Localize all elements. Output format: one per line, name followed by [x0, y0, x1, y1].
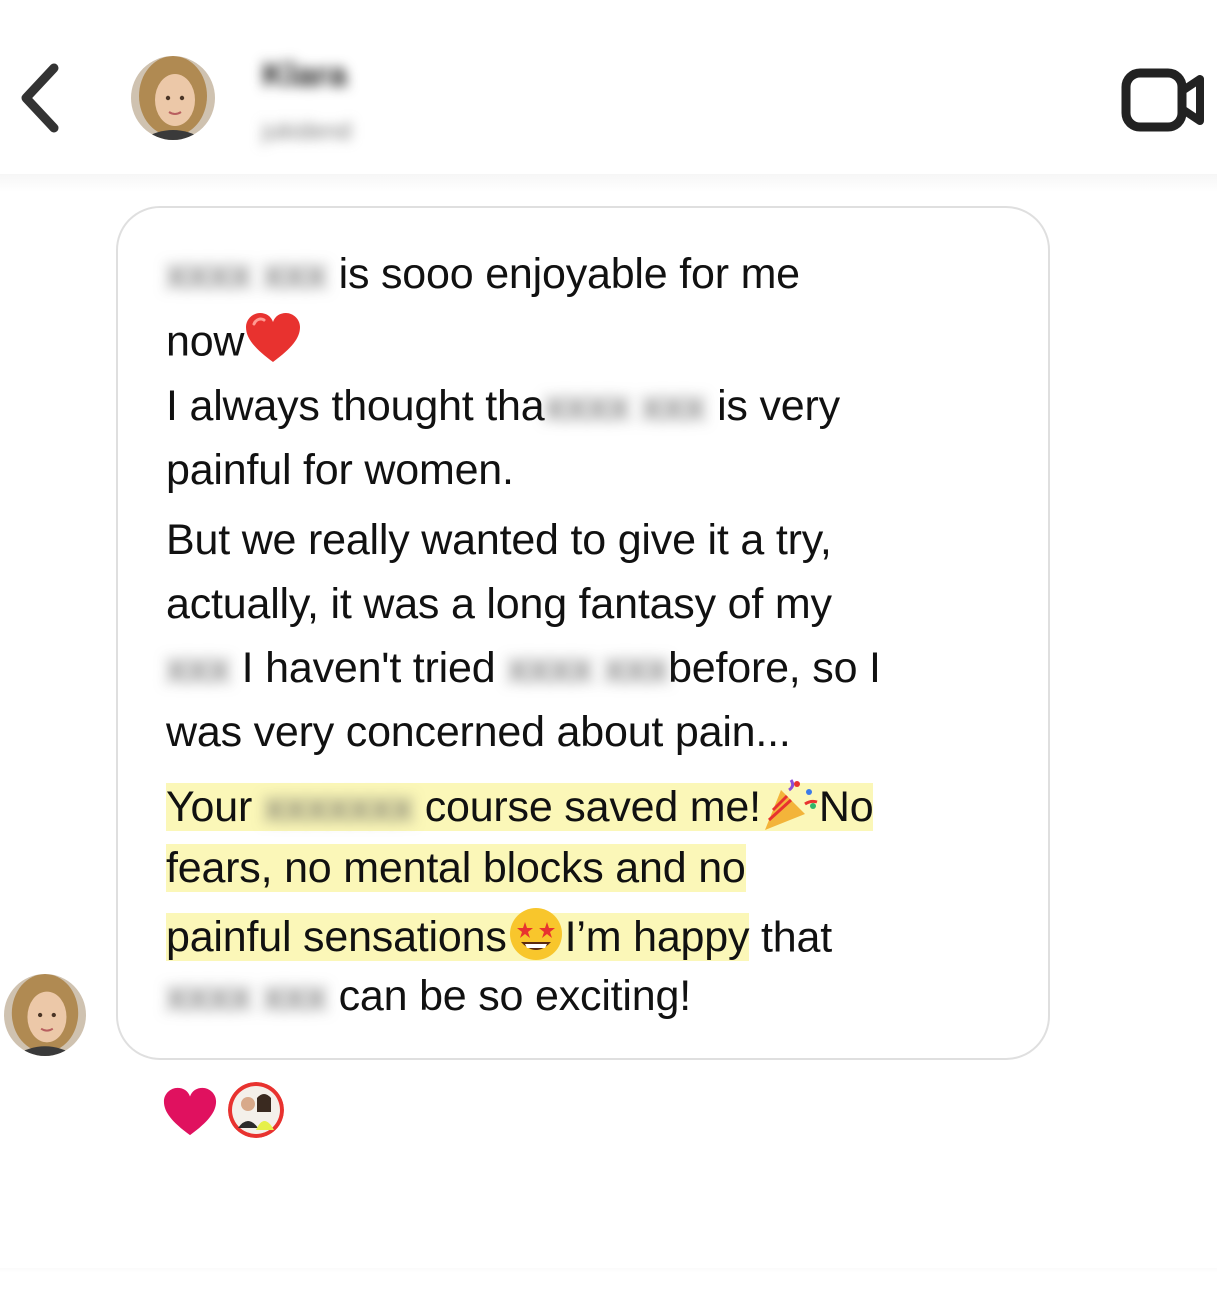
message-text: But we really wanted to give it a try, [166, 516, 832, 564]
message-line: I always thought thaxxxx xxx is very [166, 380, 840, 432]
party-popper-emoji [761, 776, 819, 844]
contact-avatar[interactable] [131, 56, 215, 140]
message-line: xxxx xxx can be so exciting! [166, 970, 691, 1022]
message-line: xxx I haven't tried xxxx xxxbefore, so I [166, 642, 881, 694]
video-camera-icon [1121, 68, 1204, 132]
highlighted-text: fears, no mental blocks and no [166, 844, 746, 892]
message-text: was very concerned about pain... [166, 708, 791, 756]
message-line: But we really wanted to give it a try, [166, 514, 832, 566]
message-line: painful sensations I’m happy that [166, 906, 832, 974]
message-text: that [749, 913, 832, 962]
message-line: Your xxxxxxx course saved me! No [166, 776, 874, 844]
header-divider [0, 174, 1217, 192]
message-line: now [166, 312, 302, 376]
star-struck-emoji [507, 906, 565, 974]
message-text: now [166, 317, 245, 366]
censored-text: xxx [166, 644, 230, 692]
censored-text: xxxx xxx [166, 972, 327, 1020]
censored-text: xxxx xxx [166, 250, 327, 298]
censored-text: xxxx xxx [544, 382, 706, 430]
message-text: actually, it was a long fantasy of my [166, 580, 832, 628]
message-text: before, so I [668, 644, 881, 692]
message-line: painful for women. [166, 444, 514, 496]
red-heart-emoji [244, 312, 302, 376]
heart-reaction-icon[interactable] [162, 1086, 218, 1138]
message-line: actually, it was a long fantasy of my [166, 578, 832, 630]
sender-avatar[interactable] [4, 974, 86, 1056]
message-text: is sooo enjoyable for me [326, 250, 801, 298]
reactor-avatar[interactable] [228, 1082, 284, 1138]
highlighted-text: Your xxxxxxx course saved me! No [166, 779, 874, 832]
message-line: was very concerned about pain... [166, 706, 791, 758]
message-text: is very [705, 382, 840, 430]
message-text: I haven't tried [229, 644, 496, 692]
message-line: xxxx xxx is sooo enjoyable for me [166, 248, 800, 300]
message-text: can be so exciting! [326, 972, 692, 1020]
contact-username: jukidend [262, 118, 352, 145]
bottom-divider [0, 1268, 1217, 1272]
censored-text: xxxx xxx [507, 644, 669, 692]
message-text: I always thought tha [166, 382, 545, 430]
chevron-left-icon [21, 63, 59, 133]
censored-text: xxxxxxx [263, 783, 413, 832]
back-button[interactable] [10, 58, 70, 138]
video-call-button[interactable] [1118, 62, 1210, 138]
highlighted-text: painful sensations I’m happy [166, 908, 749, 962]
contact-name[interactable]: Klara [262, 56, 347, 95]
message-line: fears, no mental blocks and no [166, 842, 746, 894]
message-text: painful for women. [166, 446, 514, 494]
message-reactions [160, 1082, 300, 1142]
message-bubble[interactable]: xxxx xxx is sooo enjoyable for me now I … [116, 206, 1050, 1060]
chat-header: Klara jukidend [0, 0, 1217, 192]
